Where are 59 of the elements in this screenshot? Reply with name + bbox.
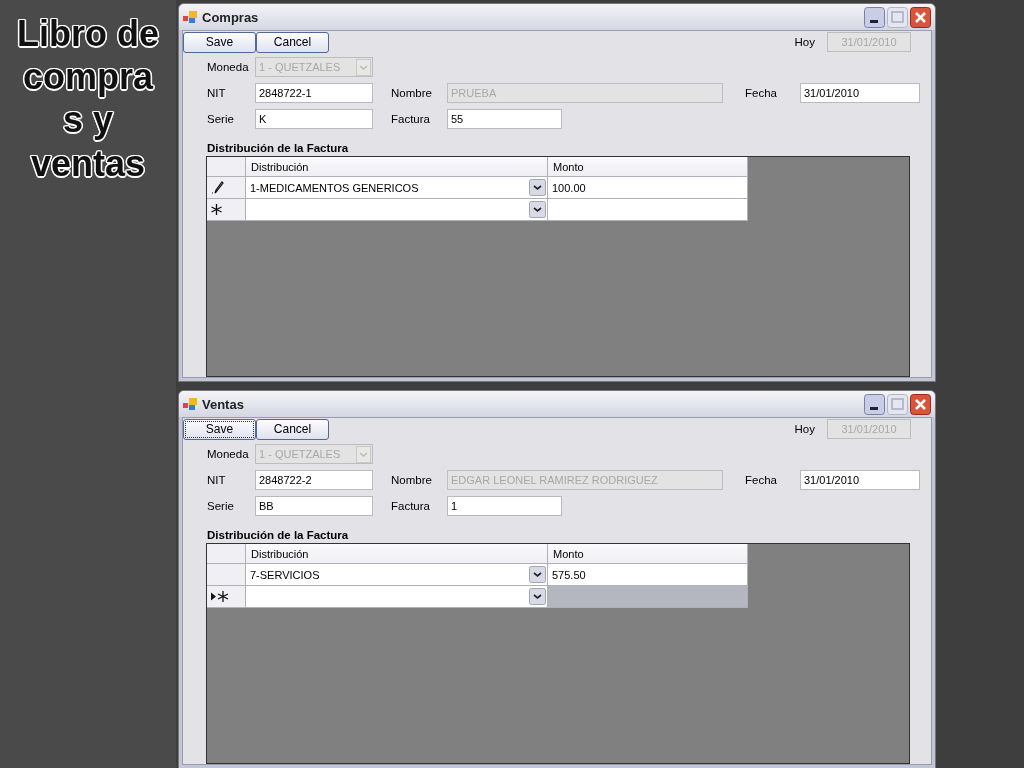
column-header[interactable]: Distribución xyxy=(246,157,548,177)
minimize-icon[interactable] xyxy=(864,6,885,28)
caret-icon xyxy=(529,588,546,605)
caret-icon xyxy=(356,445,371,463)
asterisk-icon xyxy=(211,204,222,215)
field-label: NIT xyxy=(207,87,227,99)
text-field[interactable]: 1 xyxy=(447,496,562,516)
close-icon[interactable] xyxy=(910,393,931,415)
field-label: Moneda xyxy=(207,61,250,73)
table-cell[interactable]: 100.00 xyxy=(548,177,748,199)
close-icon[interactable] xyxy=(910,6,931,28)
caret-icon xyxy=(529,201,546,218)
date-field[interactable]: 31/01/2010 xyxy=(800,470,920,490)
app-icon xyxy=(183,11,197,23)
field-label: Factura xyxy=(391,113,431,125)
text-field[interactable]: 2848722-2 xyxy=(255,470,373,490)
table-cell[interactable] xyxy=(548,586,748,608)
app-icon xyxy=(183,398,197,410)
field-label: Factura xyxy=(391,500,431,512)
field-label: Serie xyxy=(207,113,235,125)
field-label: NIT xyxy=(207,474,227,486)
row-header xyxy=(207,544,246,564)
section-title: Distribución de la Factura xyxy=(207,529,350,541)
window-title: Ventas xyxy=(202,396,244,412)
field-label: Hoy xyxy=(794,36,815,48)
field-label: Fecha xyxy=(745,87,778,99)
field-label: Nombre xyxy=(391,87,433,99)
column-header[interactable]: Monto xyxy=(548,157,748,177)
caret-icon xyxy=(356,58,371,76)
window-title: Compras xyxy=(202,9,259,25)
save-button[interactable]: Save xyxy=(183,418,256,440)
minimize-icon[interactable] xyxy=(864,393,885,415)
field-label: Fecha xyxy=(745,474,778,486)
text-field[interactable]: K xyxy=(255,109,373,129)
dropdown-cell[interactable]: 1-MEDICAMENTOS GENERICOS xyxy=(246,177,548,199)
current-row-icon xyxy=(211,591,229,602)
caret-icon xyxy=(529,566,546,583)
text-field[interactable]: BB xyxy=(255,496,373,516)
date-field[interactable]: 31/01/2010 xyxy=(800,83,920,103)
section-title: Distribución de la Factura xyxy=(207,142,350,154)
field-label: Serie xyxy=(207,500,235,512)
cancel-button[interactable]: Cancel xyxy=(256,418,329,440)
text-field[interactable]: 2848722-1 xyxy=(255,83,373,103)
slide-title: Libro de compras y ventas xyxy=(16,12,160,185)
field-label: Hoy xyxy=(794,423,815,435)
column-header[interactable]: Distribución xyxy=(246,544,548,564)
cancel-button[interactable]: Cancel xyxy=(256,31,329,53)
table-cell[interactable]: 575.50 xyxy=(548,564,748,586)
column-header[interactable]: Monto xyxy=(548,544,748,564)
dropdown-cell[interactable]: 7-SERVICIOS xyxy=(246,564,548,586)
caret-icon xyxy=(529,179,546,196)
dropdown-cell[interactable] xyxy=(246,199,548,221)
field-label: Nombre xyxy=(391,474,433,486)
dropdown-cell[interactable] xyxy=(246,586,548,608)
field-label: Moneda xyxy=(207,448,250,460)
text-field[interactable]: 55 xyxy=(447,109,562,129)
pencil-icon xyxy=(211,181,225,194)
save-button[interactable]: Save xyxy=(183,31,256,53)
table-cell[interactable] xyxy=(548,199,748,221)
